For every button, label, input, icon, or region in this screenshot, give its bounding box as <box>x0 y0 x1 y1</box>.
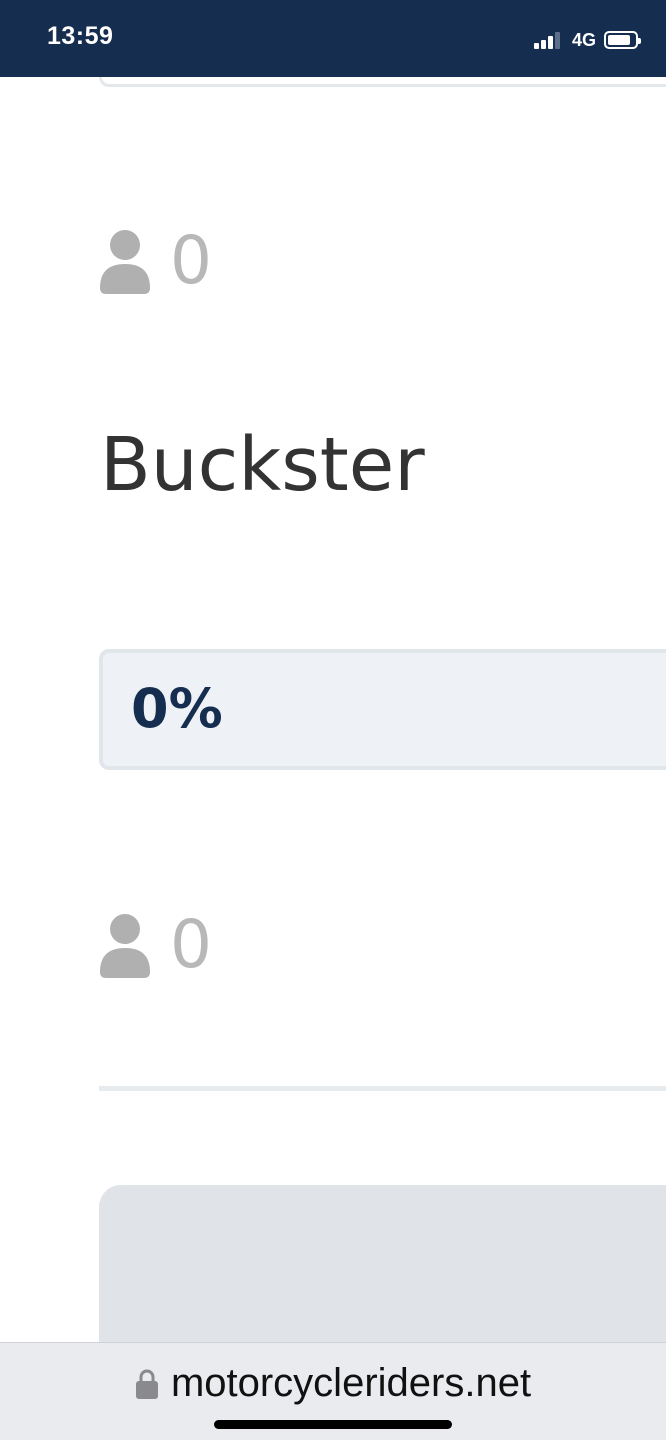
poll-result-bar: 0% <box>99 649 666 770</box>
browser-address-bar[interactable]: motorcycleriders.net <box>0 1342 666 1440</box>
home-indicator[interactable] <box>214 1420 452 1429</box>
network-type: 4G <box>571 29 596 50</box>
status-time: 13:59 <box>47 22 114 50</box>
poll-option-name: Buckster <box>100 422 425 508</box>
battery-icon <box>604 31 641 49</box>
url-text[interactable]: motorcycleriders.net <box>171 1361 531 1406</box>
address-bar-content[interactable]: motorcycleriders.net <box>0 1361 666 1406</box>
vote-count-row: 0 <box>98 912 212 978</box>
vote-count: 0 <box>170 906 212 983</box>
user-icon <box>100 914 150 978</box>
status-indicators: 4G <box>533 28 641 52</box>
section-divider <box>99 1086 666 1091</box>
vote-count: 0 <box>170 222 212 299</box>
cellular-signal-icon <box>533 31 562 49</box>
vote-count-row: 0 <box>98 228 212 294</box>
status-bar: 13:59 4G <box>0 0 666 77</box>
lock-icon <box>135 1369 158 1399</box>
phone-screen: 13:59 4G 0 Buckster 0% 0 motorcyclerider… <box>0 0 666 1440</box>
poll-result-percent: 0% <box>131 677 223 740</box>
user-icon <box>100 230 150 294</box>
